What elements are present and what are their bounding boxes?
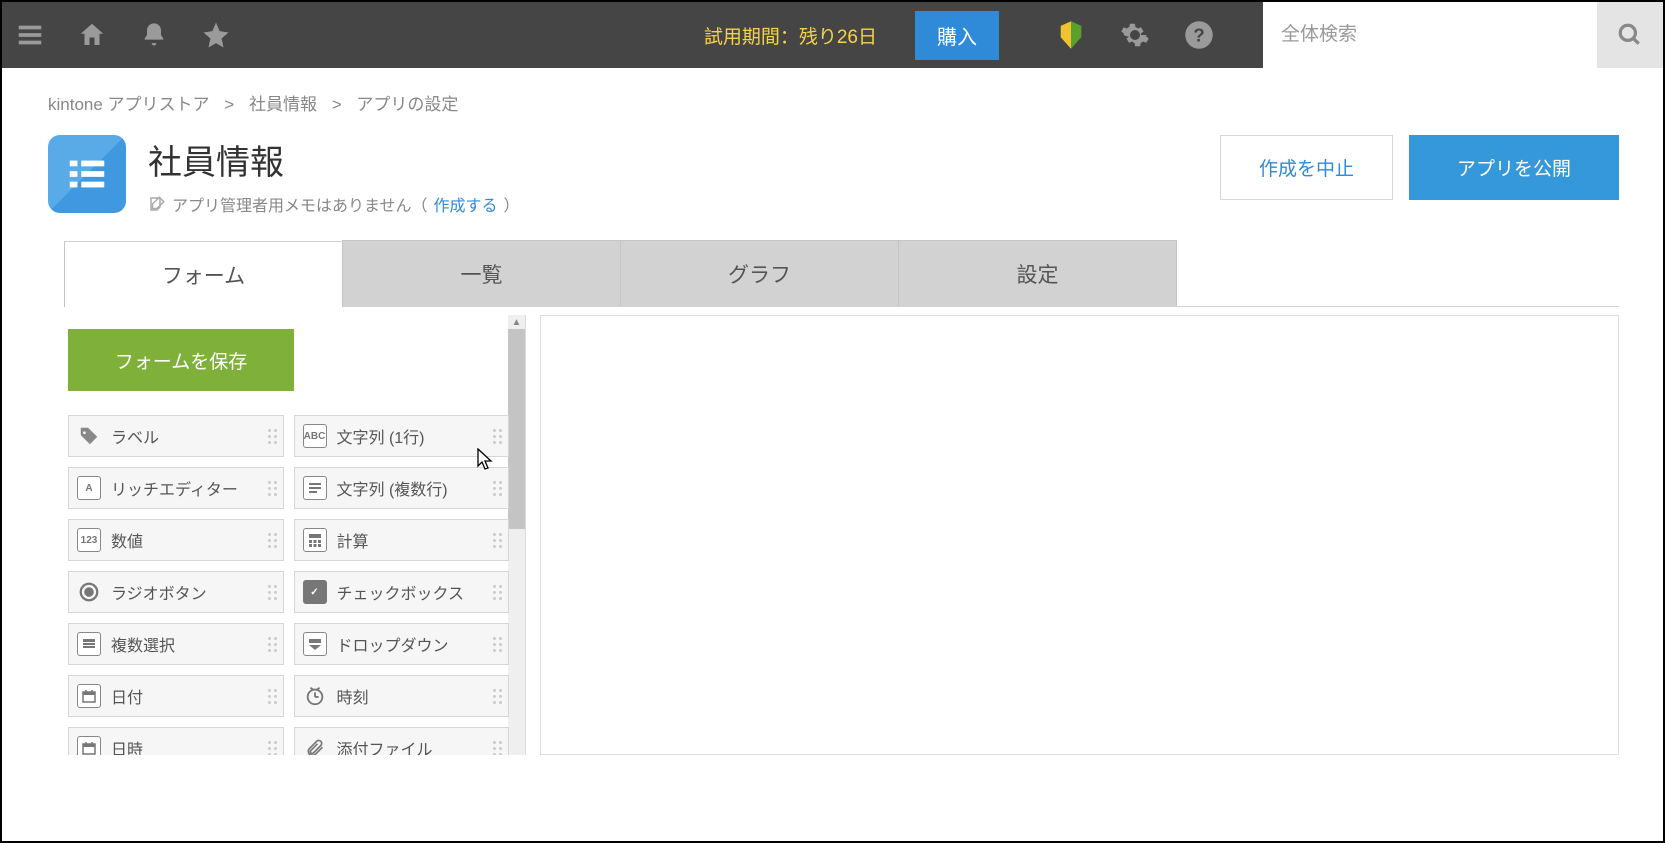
- radio-icon: [77, 580, 101, 604]
- field-checkbox[interactable]: ✓ チェックボックス: [294, 571, 510, 613]
- field-text-single[interactable]: ABC 文字列 (1行): [294, 415, 510, 457]
- trial-status-text: 試用期間：残り26日: [704, 22, 877, 49]
- memo-create-link[interactable]: 作成する: [434, 192, 498, 216]
- lines-icon: [303, 476, 327, 500]
- drag-handle-icon: [268, 533, 277, 548]
- scroll-up-arrow[interactable]: ▲: [508, 315, 525, 329]
- field-attachment[interactable]: 添付ファイル: [294, 727, 510, 755]
- field-item-label: チェックボックス: [337, 580, 465, 604]
- breadcrumb-item[interactable]: 社員情報: [249, 95, 317, 114]
- drag-handle-icon: [268, 585, 277, 600]
- calculator-icon: [303, 528, 327, 552]
- menu-icon[interactable]: [12, 17, 48, 53]
- field-item-label: 数値: [111, 528, 143, 552]
- drag-handle-icon: [268, 637, 277, 652]
- field-label[interactable]: ラベル: [68, 415, 284, 457]
- cancel-button[interactable]: 作成を中止: [1220, 135, 1393, 200]
- drag-handle-icon: [493, 533, 502, 548]
- save-form-button[interactable]: フォームを保存: [68, 329, 294, 391]
- field-item-label: ラジオボタン: [111, 580, 207, 604]
- scrollbar-track[interactable]: ▲: [508, 315, 525, 755]
- field-number[interactable]: 123 数値: [68, 519, 284, 561]
- admin-memo-line: アプリ管理者用メモはありません（作成する）: [148, 192, 520, 216]
- field-palette: ▲ フォームを保存 ラベル ABC 文字列 (1行) A リッチエディター: [46, 315, 526, 755]
- paperclip-icon: [303, 736, 327, 755]
- search-button[interactable]: [1597, 2, 1663, 68]
- dropdown-icon: [303, 632, 327, 656]
- drag-handle-icon: [268, 481, 277, 496]
- field-item-label: 時刻: [337, 684, 369, 708]
- workspace: ▲ フォームを保存 ラベル ABC 文字列 (1行) A リッチエディター: [46, 315, 1619, 755]
- field-item-label: 文字列 (1行): [337, 424, 425, 448]
- form-canvas[interactable]: [540, 315, 1619, 755]
- field-time[interactable]: 時刻: [294, 675, 510, 717]
- drag-handle-icon: [493, 637, 502, 652]
- gear-icon[interactable]: [1117, 17, 1153, 53]
- home-icon[interactable]: [74, 17, 110, 53]
- field-text-multi[interactable]: 文字列 (複数行): [294, 467, 510, 509]
- svg-text:?: ?: [1193, 24, 1204, 45]
- field-item-label: ドロップダウン: [337, 632, 449, 656]
- memo-icon: [148, 195, 166, 213]
- tab-list[interactable]: 一覧: [342, 240, 621, 306]
- tab-settings[interactable]: 設定: [898, 240, 1177, 306]
- drag-handle-icon: [268, 429, 277, 444]
- buy-button[interactable]: 購入: [915, 11, 999, 60]
- drag-handle-icon: [268, 689, 277, 704]
- calendar-icon: [77, 684, 101, 708]
- publish-button[interactable]: アプリを公開: [1409, 135, 1619, 200]
- scrollbar-thumb[interactable]: [508, 329, 525, 529]
- field-item-label: 添付ファイル: [337, 736, 433, 755]
- breadcrumb-item[interactable]: kintone アプリストア: [48, 95, 210, 114]
- field-item-label: 文字列 (複数行): [337, 476, 448, 500]
- topbar: 試用期間：残り26日 購入 ?: [2, 2, 1663, 68]
- field-item-label: 複数選択: [111, 632, 175, 656]
- field-richtext[interactable]: A リッチエディター: [68, 467, 284, 509]
- breadcrumb-separator: >: [332, 95, 342, 114]
- field-item-label: 日時: [111, 736, 143, 755]
- letter-a-icon: A: [77, 476, 101, 500]
- tab-form[interactable]: フォーム: [64, 241, 343, 307]
- guide-icon[interactable]: [1053, 17, 1089, 53]
- breadcrumb-item: アプリの設定: [356, 95, 458, 114]
- field-calc[interactable]: 計算: [294, 519, 510, 561]
- drag-handle-icon: [493, 429, 502, 444]
- tab-graph[interactable]: グラフ: [620, 240, 899, 306]
- field-dropdown[interactable]: ドロップダウン: [294, 623, 510, 665]
- field-item-label: ラベル: [111, 424, 159, 448]
- drag-handle-icon: [493, 585, 502, 600]
- drag-handle-icon: [493, 481, 502, 496]
- bell-icon[interactable]: [136, 17, 172, 53]
- field-radio[interactable]: ラジオボタン: [68, 571, 284, 613]
- page-title: 社員情報: [148, 135, 520, 184]
- abc-icon: ABC: [303, 424, 327, 448]
- field-item-label: リッチエディター: [111, 476, 238, 500]
- field-item-label: 日付: [111, 684, 143, 708]
- memo-suffix: ）: [504, 192, 520, 216]
- title-row: 社員情報 アプリ管理者用メモはありません（作成する） 作成を中止 アプリを公開: [2, 115, 1663, 240]
- search-input[interactable]: [1263, 2, 1597, 68]
- app-icon: [48, 135, 126, 213]
- drag-handle-icon: [268, 741, 277, 756]
- calendar-clock-icon: [77, 736, 101, 755]
- field-datetime[interactable]: 日時: [68, 727, 284, 755]
- memo-text: アプリ管理者用メモはありません（: [172, 192, 428, 216]
- clock-icon: [303, 684, 327, 708]
- tag-icon: [77, 424, 101, 448]
- field-date[interactable]: 日付: [68, 675, 284, 717]
- breadcrumb: kintone アプリストア > 社員情報 > アプリの設定: [2, 68, 1663, 115]
- field-item-label: 計算: [337, 528, 369, 552]
- drag-handle-icon: [493, 741, 502, 756]
- drag-handle-icon: [493, 689, 502, 704]
- checkbox-icon: ✓: [303, 580, 327, 604]
- breadcrumb-separator: >: [224, 95, 234, 114]
- tab-bar: フォーム 一覧 グラフ 設定: [64, 240, 1619, 307]
- number-icon: 123: [77, 528, 101, 552]
- list-icon: [77, 632, 101, 656]
- help-icon[interactable]: ?: [1181, 17, 1217, 53]
- field-multiselect[interactable]: 複数選択: [68, 623, 284, 665]
- star-icon[interactable]: [198, 17, 234, 53]
